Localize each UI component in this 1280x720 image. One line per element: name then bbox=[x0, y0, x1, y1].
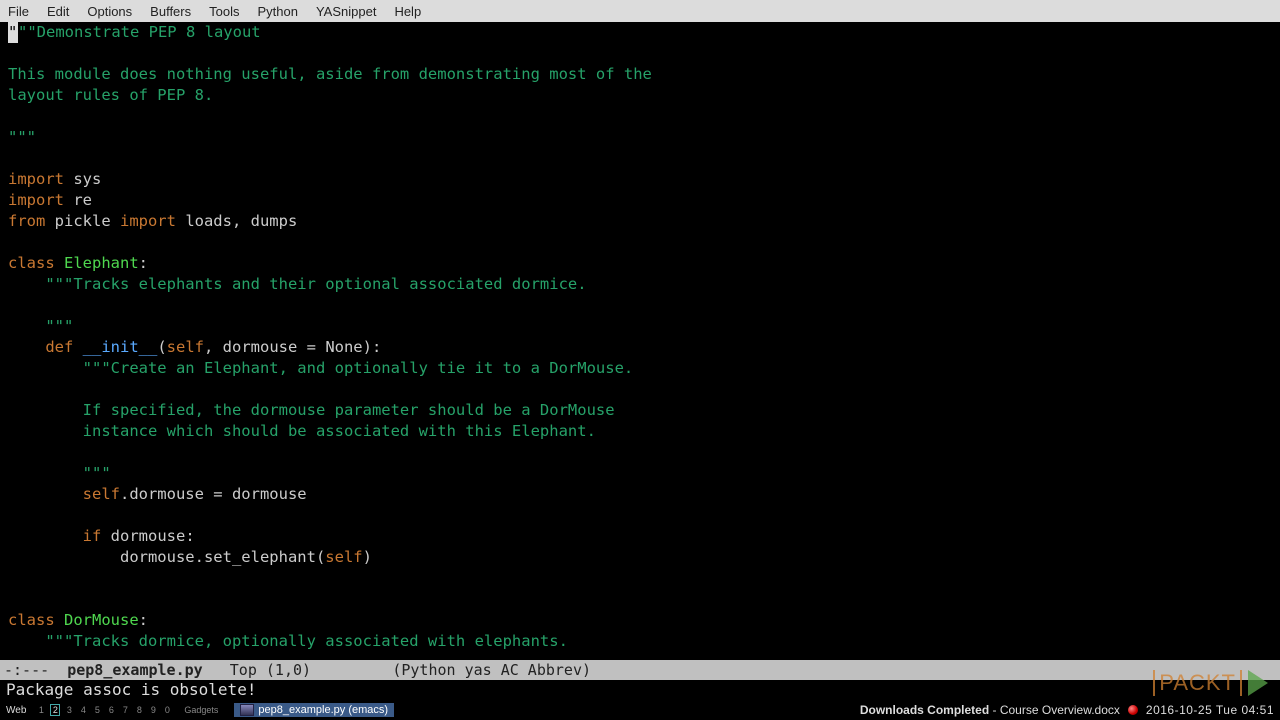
menu-options[interactable]: Options bbox=[87, 4, 132, 19]
pager-1[interactable]: 1 bbox=[36, 704, 46, 716]
indent bbox=[8, 485, 83, 503]
self: self bbox=[325, 548, 362, 566]
class-dormouse: DorMouse bbox=[55, 611, 139, 629]
docstring-line: layout rules of PEP 8. bbox=[8, 86, 213, 104]
menu-help[interactable]: Help bbox=[394, 4, 421, 19]
modeline-position: Top (1,0) bbox=[203, 661, 393, 679]
pager: 1 2 3 4 5 6 7 8 9 0 bbox=[36, 704, 172, 716]
import-names: loads, dumps bbox=[176, 212, 297, 230]
rparen: ) bbox=[363, 548, 372, 566]
module-re: re bbox=[64, 191, 92, 209]
taskbar-web[interactable]: Web bbox=[6, 705, 26, 716]
docstring-line: """ bbox=[8, 317, 73, 335]
pager-2[interactable]: 2 bbox=[50, 704, 60, 716]
pager-9[interactable]: 9 bbox=[148, 704, 158, 716]
pager-6[interactable]: 6 bbox=[106, 704, 116, 716]
taskbar-app-label: pep8_example.py (emacs) bbox=[258, 704, 388, 716]
pager-0[interactable]: 0 bbox=[162, 704, 172, 716]
assign-dormouse: .dormouse = dormouse bbox=[120, 485, 307, 503]
docstring-line: """ bbox=[8, 464, 111, 482]
notif-title: Downloads Completed bbox=[860, 703, 989, 717]
docstring-line: """ bbox=[8, 128, 36, 146]
keyword-from: from bbox=[8, 212, 45, 230]
pager-8[interactable]: 8 bbox=[134, 704, 144, 716]
cursor: " bbox=[8, 22, 18, 43]
if-cond: dormouse: bbox=[101, 527, 194, 545]
module-sys: sys bbox=[64, 170, 101, 188]
keyword-import: import bbox=[8, 170, 64, 188]
init-args: , dormouse = None): bbox=[204, 338, 381, 356]
clock: 2016-10-25 Tue 04:51 bbox=[1146, 703, 1274, 717]
pager-4[interactable]: 4 bbox=[78, 704, 88, 716]
keyword-class: class bbox=[8, 611, 55, 629]
docstring-line: instance which should be associated with… bbox=[8, 422, 596, 440]
docstring-line: """Tracks elephants and their optional a… bbox=[8, 275, 587, 293]
keyword-import: import bbox=[8, 191, 64, 209]
docstring-line: """Create an Elephant, and optionally ti… bbox=[8, 359, 633, 377]
docstring-line: If specified, the dormouse parameter sho… bbox=[8, 401, 615, 419]
menu-buffers[interactable]: Buffers bbox=[150, 4, 191, 19]
menu-edit[interactable]: Edit bbox=[47, 4, 69, 19]
menu-yasnippet[interactable]: YASnippet bbox=[316, 4, 376, 19]
modeline-modes: (Python yas AC Abbrev) bbox=[392, 661, 591, 679]
menu-python[interactable]: Python bbox=[257, 4, 297, 19]
taskbar: Web 1 2 3 4 5 6 7 8 9 0 Gadgets pep8_exa… bbox=[0, 700, 1280, 720]
docstring-line: This module does nothing useful, aside f… bbox=[8, 65, 652, 83]
keyword-import: import bbox=[120, 212, 176, 230]
modeline-filename: pep8_example.py bbox=[67, 661, 202, 679]
class-elephant: Elephant bbox=[55, 254, 139, 272]
emacs-icon bbox=[240, 704, 254, 716]
menubar: File Edit Options Buffers Tools Python Y… bbox=[0, 0, 1280, 22]
notif-body: - Course Overview.docx bbox=[989, 703, 1120, 717]
pager-7[interactable]: 7 bbox=[120, 704, 130, 716]
taskbar-gadgets[interactable]: Gadgets bbox=[184, 705, 218, 715]
colon: : bbox=[139, 254, 148, 272]
call-set-elephant: dormouse.set_elephant( bbox=[8, 548, 325, 566]
keyword-class: class bbox=[8, 254, 55, 272]
docstring-line: """Tracks dormice, optionally associated… bbox=[8, 632, 568, 650]
menu-file[interactable]: File bbox=[8, 4, 29, 19]
keyword-def: def bbox=[45, 338, 73, 356]
module-pickle: pickle bbox=[45, 212, 120, 230]
menu-tools[interactable]: Tools bbox=[209, 4, 239, 19]
minibuffer[interactable]: Package assoc is obsolete! bbox=[0, 680, 1280, 700]
notification[interactable]: Downloads Completed - Course Overview.do… bbox=[860, 703, 1120, 717]
pager-3[interactable]: 3 bbox=[64, 704, 74, 716]
self: self bbox=[83, 485, 120, 503]
taskbar-app-emacs[interactable]: pep8_example.py (emacs) bbox=[234, 703, 394, 717]
modeline-prefix: -:--- bbox=[4, 661, 67, 679]
keyword-if: if bbox=[83, 527, 102, 545]
fn-init: __init__ bbox=[73, 338, 157, 356]
pager-5[interactable]: 5 bbox=[92, 704, 102, 716]
docstring-line: ""Demonstrate PEP 8 layout bbox=[18, 23, 261, 41]
lparen: ( bbox=[157, 338, 166, 356]
modeline: -:--- pep8_example.py Top (1,0) (Python … bbox=[0, 660, 1280, 680]
record-indicator-icon bbox=[1128, 705, 1138, 715]
editor-buffer[interactable]: """Demonstrate PEP 8 layout This module … bbox=[0, 22, 1280, 660]
self: self bbox=[167, 338, 204, 356]
colon: : bbox=[139, 611, 148, 629]
